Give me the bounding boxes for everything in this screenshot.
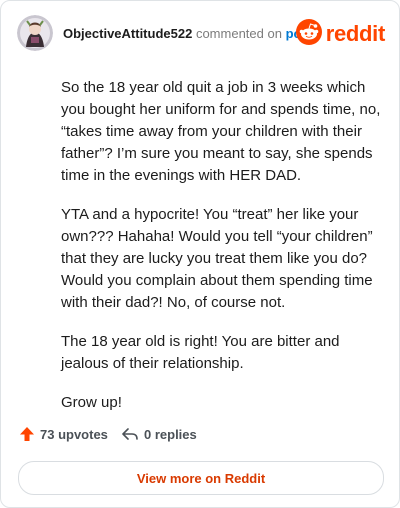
comment-paragraph: So the 18 year old quit a job in 3 weeks… — [61, 79, 381, 184]
user-avatar[interactable] — [17, 15, 53, 51]
view-more-button[interactable]: View more on Reddit — [18, 461, 384, 495]
upvote-button[interactable]: 73 upvotes — [19, 426, 108, 442]
comment-card: ObjectiveAttitude522 commented on post r… — [0, 0, 400, 508]
reply-button[interactable]: 0 replies — [121, 426, 197, 442]
comment-body: So the 18 year old quit a job in 3 weeks… — [61, 77, 381, 431]
username[interactable]: ObjectiveAttitude522 — [63, 26, 192, 41]
comment-paragraph: The 18 year old is right! You are bitter… — [61, 333, 340, 372]
reply-count: 0 replies — [144, 426, 197, 442]
comment-header: ObjectiveAttitude522 commented on post r… — [17, 15, 385, 55]
reddit-snoo-icon — [295, 18, 322, 50]
action-text: commented on — [195, 26, 282, 41]
reply-arrow-icon — [121, 426, 144, 442]
reddit-logo[interactable]: reddit — [295, 18, 386, 50]
upvote-arrow-icon — [19, 426, 40, 442]
comment-paragraph: Grow up! — [61, 394, 122, 411]
comment-paragraph: YTA and a hypocrite! You “treat” her lik… — [61, 206, 373, 311]
upvote-count: 73 upvotes — [40, 426, 108, 442]
comment-meta: ObjectiveAttitude522 commented on post — [63, 26, 313, 41]
reddit-wordmark: reddit — [325, 21, 386, 46]
